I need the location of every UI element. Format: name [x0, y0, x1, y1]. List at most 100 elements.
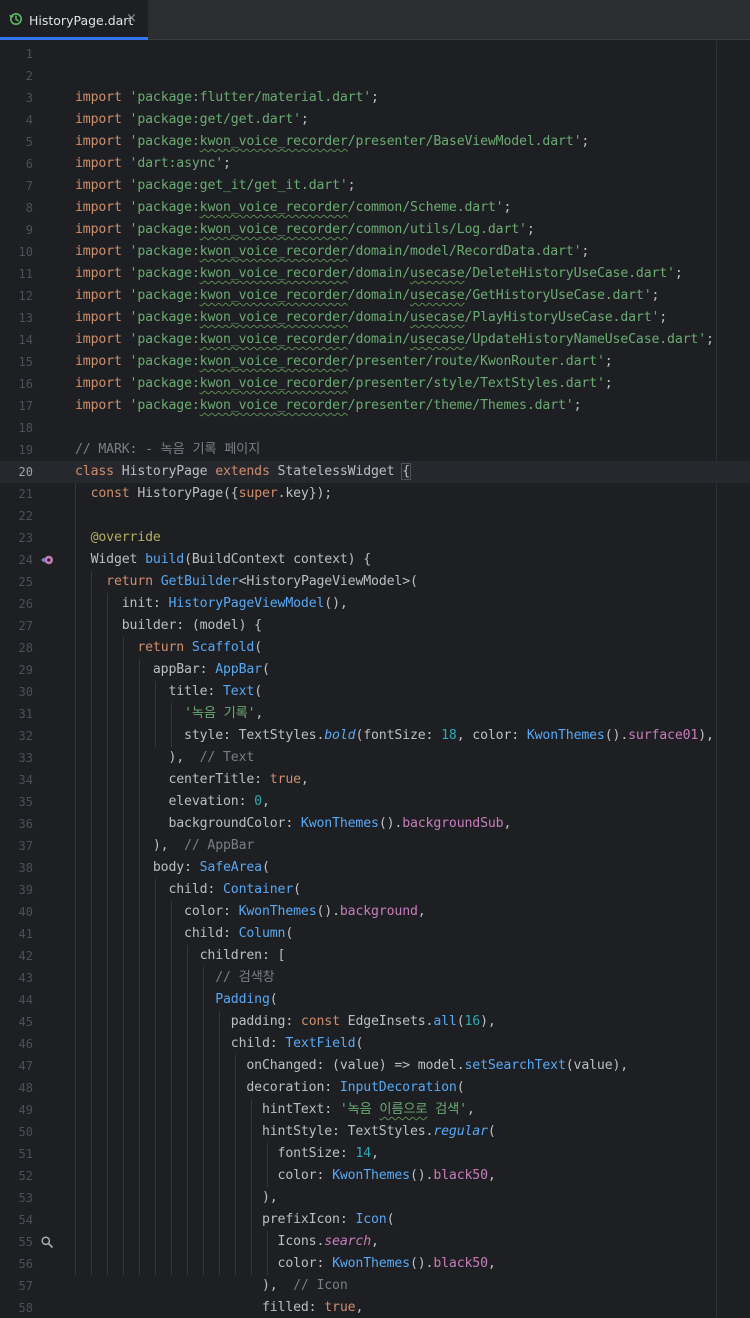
code-text[interactable]: import 'package:kwon_voice_recorder/doma… — [75, 263, 683, 285]
code-line[interactable]: 58 filled: true, — [0, 1297, 750, 1318]
code-line[interactable]: 33 ), // Text — [0, 747, 750, 769]
code-text[interactable]: @override — [75, 527, 161, 549]
code-line[interactable]: 20 class HistoryPage extends StatelessWid… — [0, 461, 750, 483]
code-text[interactable]: return GetBuilder<HistoryPageViewModel>( — [75, 571, 418, 593]
code-line[interactable]: 23 @override — [0, 527, 750, 549]
code-line[interactable]: 31 '녹음 기록', — [0, 703, 750, 725]
code-text[interactable]: ), // Text — [75, 747, 254, 769]
code-line[interactable]: 56 color: KwonThemes().black50, — [0, 1253, 750, 1275]
search-icon[interactable] — [40, 1235, 54, 1249]
code-text[interactable]: color: KwonThemes().black50, — [75, 1253, 496, 1275]
code-text[interactable]: import 'package:get/get.dart'; — [75, 109, 309, 131]
code-text[interactable]: padding: const EdgeInsets.all(16), — [75, 1011, 496, 1033]
code-line[interactable]: 42 children: [ — [0, 945, 750, 967]
code-line[interactable]: 3 import 'package:flutter/material.dart'; — [0, 87, 750, 109]
code-text[interactable]: Icons.search, — [75, 1231, 379, 1253]
code-text[interactable]: backgroundColor: KwonThemes().background… — [75, 813, 511, 835]
code-text[interactable]: import 'package:kwon_voice_recorder/pres… — [75, 351, 613, 373]
override-method-icon[interactable] — [40, 553, 54, 567]
code-line[interactable]: 50 hintStyle: TextStyles.regular( — [0, 1121, 750, 1143]
code-line[interactable]: 25 return GetBuilder<HistoryPageViewMode… — [0, 571, 750, 593]
code-text[interactable]: body: SafeArea( — [75, 857, 270, 879]
code-line[interactable]: 44 Padding( — [0, 989, 750, 1011]
code-text[interactable]: import 'package:kwon_voice_recorder/pres… — [75, 395, 582, 417]
code-line[interactable]: 7 import 'package:get_it/get_it.dart'; — [0, 175, 750, 197]
code-text[interactable]: child: Column( — [75, 923, 293, 945]
code-line[interactable]: 45 padding: const EdgeInsets.all(16), — [0, 1011, 750, 1033]
code-line[interactable]: 37 ), // AppBar — [0, 835, 750, 857]
code-line[interactable]: 24 Widget build(BuildContext context) { — [0, 549, 750, 571]
code-line[interactable]: 4 import 'package:get/get.dart'; — [0, 109, 750, 131]
code-line[interactable]: 55 Icons.search, — [0, 1231, 750, 1253]
code-line[interactable]: 57 ), // Icon — [0, 1275, 750, 1297]
code-line[interactable]: 32 style: TextStyles.bold(fontSize: 18, … — [0, 725, 750, 747]
code-line[interactable]: 16 import 'package:kwon_voice_recorder/pr… — [0, 373, 750, 395]
code-text[interactable]: import 'package:kwon_voice_recorder/comm… — [75, 197, 511, 219]
code-line[interactable]: 2 — [0, 65, 750, 87]
code-line[interactable]: 18 — [0, 417, 750, 439]
code-text[interactable]: fontSize: 14, — [75, 1143, 379, 1165]
code-line[interactable]: 36 backgroundColor: KwonThemes().backgro… — [0, 813, 750, 835]
code-text[interactable]: return Scaffold( — [75, 637, 262, 659]
code-line[interactable]: 35 elevation: 0, — [0, 791, 750, 813]
code-text[interactable]: filled: true, — [75, 1297, 363, 1318]
code-text[interactable]: appBar: AppBar( — [75, 659, 270, 681]
code-line[interactable]: 9 import 'package:kwon_voice_recorder/com… — [0, 219, 750, 241]
code-line[interactable]: 43 // 검색창 — [0, 967, 750, 989]
code-text[interactable]: hintStyle: TextStyles.regular( — [75, 1121, 496, 1143]
code-line[interactable]: 29 appBar: AppBar( — [0, 659, 750, 681]
code-line[interactable]: 12 import 'package:kwon_voice_recorder/do… — [0, 285, 750, 307]
code-line[interactable]: 40 color: KwonThemes().background, — [0, 901, 750, 923]
code-text[interactable]: prefixIcon: Icon( — [75, 1209, 395, 1231]
code-line[interactable]: 5 import 'package:kwon_voice_recorder/pre… — [0, 131, 750, 153]
code-text[interactable]: class HistoryPage extends StatelessWidge… — [75, 461, 411, 483]
code-line[interactable]: 21 const HistoryPage({super.key}); — [0, 483, 750, 505]
code-line[interactable]: 48 decoration: InputDecoration( — [0, 1077, 750, 1099]
code-line[interactable]: 27 builder: (model) { — [0, 615, 750, 637]
code-text[interactable]: child: TextField( — [75, 1033, 364, 1055]
code-line[interactable]: 30 title: Text( — [0, 681, 750, 703]
code-text[interactable]: '녹음 기록', — [75, 703, 263, 725]
code-text[interactable]: import 'package:kwon_voice_recorder/doma… — [75, 241, 589, 263]
code-text[interactable]: color: KwonThemes().background, — [75, 901, 426, 923]
code-text[interactable]: init: HistoryPageViewModel(), — [75, 593, 348, 615]
code-line[interactable]: 53 ), — [0, 1187, 750, 1209]
code-text[interactable]: style: TextStyles.bold(fontSize: 18, col… — [75, 725, 714, 747]
code-line[interactable]: 47 onChanged: (value) => model.setSearch… — [0, 1055, 750, 1077]
code-text[interactable]: elevation: 0, — [75, 791, 269, 813]
code-line[interactable]: 6 import 'dart:async'; — [0, 153, 750, 175]
code-text[interactable]: import 'package:kwon_voice_recorder/doma… — [75, 285, 659, 307]
code-line[interactable]: 28 return Scaffold( — [0, 637, 750, 659]
code-text[interactable]: builder: (model) { — [75, 615, 262, 637]
code-line[interactable]: 52 color: KwonThemes().black50, — [0, 1165, 750, 1187]
code-text[interactable]: import 'package:flutter/material.dart'; — [75, 87, 379, 109]
code-line[interactable]: 13 import 'package:kwon_voice_recorder/do… — [0, 307, 750, 329]
code-line[interactable]: 49 hintText: '녹음 이름으로 검색', — [0, 1099, 750, 1121]
code-line[interactable]: 14 import 'package:kwon_voice_recorder/do… — [0, 329, 750, 351]
code-text[interactable]: import 'package:kwon_voice_recorder/pres… — [75, 373, 613, 395]
code-text[interactable]: // MARK: - 녹음 기록 페이지 — [75, 439, 260, 461]
code-line[interactable]: 46 child: TextField( — [0, 1033, 750, 1055]
code-text[interactable]: import 'package:kwon_voice_recorder/doma… — [75, 307, 667, 329]
code-line[interactable]: 10 import 'package:kwon_voice_recorder/do… — [0, 241, 750, 263]
code-text[interactable]: ), — [75, 1187, 278, 1209]
code-line[interactable]: 22 — [0, 505, 750, 527]
code-text[interactable]: title: Text( — [75, 681, 262, 703]
code-text[interactable]: Widget build(BuildContext context) { — [75, 549, 372, 571]
code-line[interactable]: 38 body: SafeArea( — [0, 857, 750, 879]
code-line[interactable]: 26 init: HistoryPageViewModel(), — [0, 593, 750, 615]
code-line[interactable]: 15 import 'package:kwon_voice_recorder/pr… — [0, 351, 750, 373]
code-text[interactable]: const HistoryPage({super.key}); — [75, 483, 333, 505]
code-text[interactable]: import 'package:kwon_voice_recorder/pres… — [75, 131, 589, 153]
code-text[interactable]: onChanged: (value) => model.setSearchTex… — [75, 1055, 628, 1077]
code-line[interactable]: 8 import 'package:kwon_voice_recorder/com… — [0, 197, 750, 219]
code-text[interactable]: child: Container( — [75, 879, 301, 901]
code-line[interactable]: 1 — [0, 43, 750, 65]
code-text[interactable]: decoration: InputDecoration( — [75, 1077, 464, 1099]
code-editor[interactable]: 1 2 3 import 'package:flutter/material.dart… — [0, 41, 750, 1318]
code-line[interactable]: 34 centerTitle: true, — [0, 769, 750, 791]
code-text[interactable]: import 'package:get_it/get_it.dart'; — [75, 175, 356, 197]
code-line[interactable]: 19 // MARK: - 녹음 기록 페이지 — [0, 439, 750, 461]
code-line[interactable]: 51 fontSize: 14, — [0, 1143, 750, 1165]
code-line[interactable]: 17 import 'package:kwon_voice_recorder/pr… — [0, 395, 750, 417]
